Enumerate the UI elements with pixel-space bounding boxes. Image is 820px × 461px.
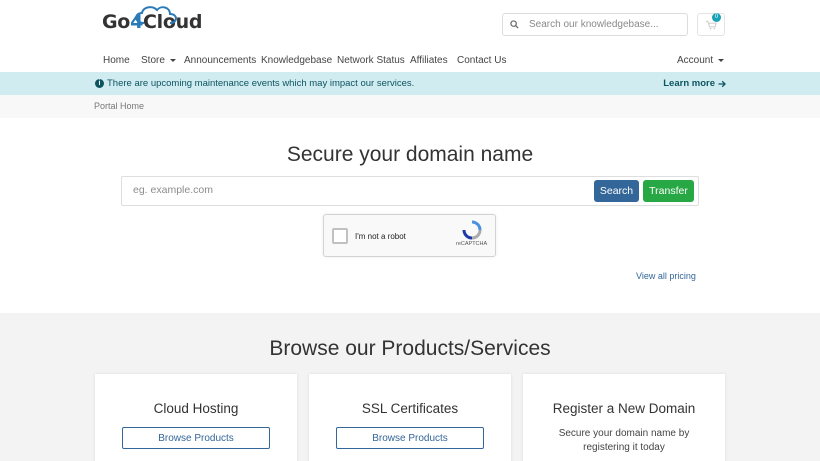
info-icon: i [95, 79, 104, 88]
nav-affiliates[interactable]: Affiliates [410, 55, 448, 66]
chevron-down-icon [169, 59, 176, 62]
domain-search-button[interactable]: Search [594, 180, 639, 202]
recaptcha-brand: reCAPTCHA [456, 241, 488, 247]
learn-more-label: Learn more [663, 78, 715, 89]
cart-button[interactable]: 0 [697, 13, 725, 36]
domain-transfer-button[interactable]: Transfer [643, 180, 694, 202]
domain-input[interactable] [133, 184, 573, 196]
recaptcha-widget: I'm not a robot reCAPTCHA [323, 214, 496, 257]
main-nav: Home Store Announcements Knowledgebase N… [0, 48, 820, 72]
nav-store-label: Store [141, 55, 165, 66]
breadcrumb-home[interactable]: Portal Home [94, 101, 144, 111]
nav-account[interactable]: Account [677, 55, 725, 66]
recaptcha-logo-icon [462, 220, 482, 240]
products-section: Browse our Products/Services Cloud Hosti… [0, 313, 820, 461]
search-icon [503, 20, 525, 29]
domain-search-box: Search Transfer [121, 176, 699, 206]
product-card-cloud-hosting: Cloud Hosting Browse Products [95, 374, 297, 461]
card-title: Register a New Domain [552, 401, 696, 416]
logo[interactable]: Go4Cloud [102, 6, 202, 34]
nav-home[interactable]: Home [103, 55, 130, 66]
site-header: Go4Cloud 0 [0, 0, 820, 46]
learn-more-link[interactable]: Learn more [663, 78, 726, 89]
nav-contact[interactable]: Contact Us [457, 55, 506, 66]
nav-network-status[interactable]: Network Status [337, 55, 405, 66]
nav-announcements[interactable]: Announcements [184, 55, 256, 66]
card-title: Cloud Hosting [153, 401, 239, 416]
nav-knowledgebase[interactable]: Knowledgebase [261, 55, 332, 66]
maintenance-alert: i There are upcoming maintenance events … [0, 72, 820, 95]
product-card-register-domain: Register a New Domain Secure your domain… [523, 374, 725, 461]
recaptcha-label: I'm not a robot [355, 232, 406, 241]
product-card-ssl: SSL Certificates Browse Products [309, 374, 511, 461]
card-title: SSL Certificates [361, 401, 459, 416]
card-description: Secure your domain name by registering i… [558, 428, 690, 453]
recaptcha-checkbox[interactable] [332, 228, 348, 244]
browse-products-button[interactable]: Browse Products [122, 427, 270, 449]
alert-text: There are upcoming maintenance events wh… [107, 78, 415, 89]
domain-title: Secure your domain name [286, 143, 534, 166]
view-pricing-link[interactable]: View all pricing [636, 271, 696, 281]
cart-count-badge: 0 [712, 13, 721, 22]
breadcrumb: Portal Home [0, 95, 820, 118]
browse-products-button[interactable]: Browse Products [336, 427, 484, 449]
search-input[interactable] [529, 19, 679, 30]
nav-store[interactable]: Store [141, 55, 176, 66]
cloud-logo-icon [135, 6, 177, 24]
products-title: Browse our Products/Services [269, 337, 551, 360]
chevron-down-icon [718, 59, 725, 62]
arrow-right-icon [718, 80, 726, 87]
knowledgebase-search[interactable] [502, 13, 688, 36]
nav-account-label: Account [677, 55, 714, 66]
